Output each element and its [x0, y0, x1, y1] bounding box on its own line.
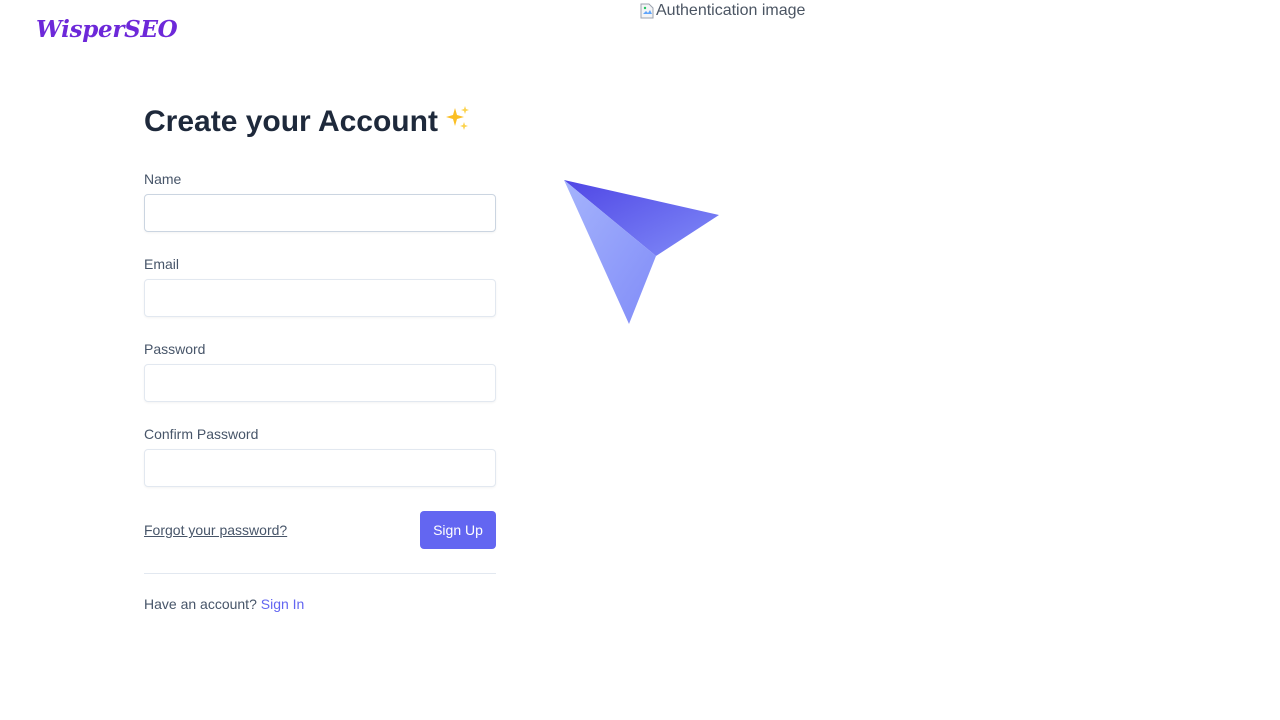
email-label: Email: [144, 256, 180, 273]
sparkles-icon: [444, 101, 472, 145]
auth-page: WisperSEO Create your Account Name Email…: [0, 0, 1280, 720]
divider: [144, 573, 496, 575]
name-input[interactable]: [144, 194, 496, 233]
sign-in-link[interactable]: Sign In: [261, 596, 305, 612]
signin-prompt-text: Have an account?: [144, 596, 257, 613]
authentication-image: Authentication image: [640, 2, 805, 20]
sign-up-button[interactable]: Sign Up: [420, 511, 496, 550]
page-title: Create your Account: [144, 100, 496, 145]
password-label: Password: [144, 341, 206, 358]
paper-plane-icon: [560, 176, 724, 333]
form-actions: Forgot your password? Sign Up: [144, 511, 496, 550]
brand-logo[interactable]: WisperSEO: [36, 16, 178, 43]
email-input[interactable]: [144, 279, 496, 318]
broken-image-icon: [640, 3, 654, 19]
forgot-password-link[interactable]: Forgot your password?: [144, 522, 287, 538]
confirm-password-label: Confirm Password: [144, 426, 259, 443]
signin-prompt: Have an account? Sign In: [144, 596, 496, 612]
password-field-group: Password: [144, 341, 496, 403]
authentication-image-alt: Authentication image: [656, 2, 806, 19]
name-label: Name: [144, 171, 182, 188]
name-field-group: Name: [144, 171, 496, 233]
form-panel: WisperSEO Create your Account Name Email…: [0, 0, 640, 720]
password-input[interactable]: [144, 364, 496, 403]
page-title-text: Create your Account: [144, 105, 438, 138]
confirm-password-input[interactable]: [144, 449, 496, 488]
image-panel: Authentication image: [640, 0, 1280, 720]
signup-form: Create your Account Name Email Password: [144, 100, 496, 612]
email-field-group: Email: [144, 256, 496, 318]
confirm-password-field-group: Confirm Password: [144, 426, 496, 488]
